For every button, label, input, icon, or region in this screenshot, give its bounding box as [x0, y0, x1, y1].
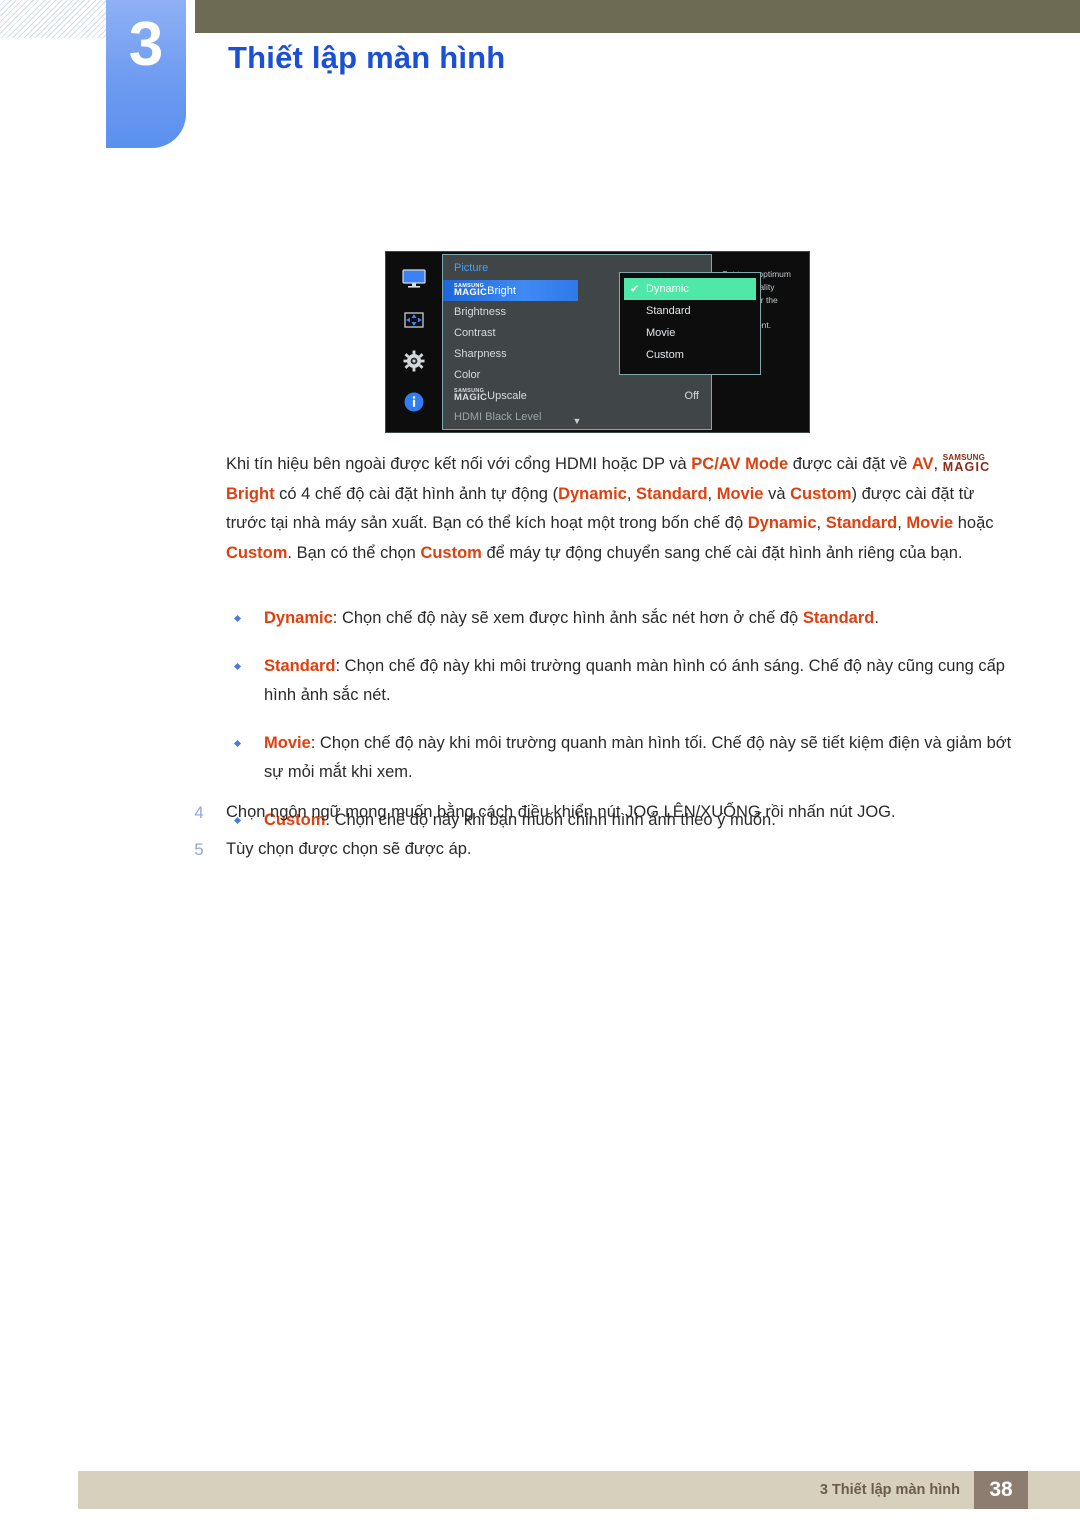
osd-submenu-item-movie[interactable]: Movie: [624, 322, 756, 344]
bullet-term: Dynamic: [264, 609, 333, 627]
osd-submenu-item-custom[interactable]: Custom: [624, 344, 756, 366]
osd-item-value: Off: [684, 389, 699, 402]
bullet-term-secondary: Standard: [802, 609, 875, 627]
osd-item-label: Color: [454, 368, 481, 381]
step-number: 4: [194, 803, 204, 822]
paragraph-text: ,: [626, 484, 637, 503]
header-olive-bar: [195, 0, 1080, 33]
keyword-custom: Custom: [790, 484, 852, 503]
osd-item-label: Contrast: [454, 326, 496, 339]
osd-submenu-label: Movie: [646, 327, 676, 339]
osd-item-label: HDMI Black Level: [454, 410, 542, 423]
step-text: Chọn ngôn ngữ mong muốn bằng cách điều k…: [226, 803, 896, 821]
keyword-movie-2: Movie: [906, 514, 954, 532]
check-icon: ✔: [630, 283, 640, 296]
keyword-av: AV: [911, 455, 934, 473]
keyword-dynamic-2: Dynamic: [747, 514, 817, 532]
bullet-term: Movie: [264, 733, 311, 752]
osd-item-hdmi-black-level[interactable]: HDMI Black Level: [454, 406, 711, 427]
step-text: Tùy chọn được chọn sẽ được áp.: [226, 839, 472, 858]
keyword-standard-2: Standard: [825, 514, 898, 532]
samsung-magic-logo: SAMSUNG MAGIC: [454, 283, 488, 298]
bullet-text: : Chọn chế độ này khi môi trường quanh m…: [264, 733, 1012, 782]
paragraph-text: ,: [816, 514, 826, 532]
osd-item-label: Bright: [487, 284, 516, 297]
bullet-diamond-icon: [233, 662, 242, 670]
paragraph-text: ,: [933, 455, 943, 473]
osd-item-magicbright[interactable]: SAMSUNG MAGIC Bright: [443, 280, 578, 301]
bullet-text-after: .: [874, 609, 879, 627]
page-number: 38: [989, 1478, 1013, 1501]
bullet-term: Standard: [264, 656, 336, 675]
list-item: 5 Tùy chọn được chọn sẽ được áp.: [186, 835, 1016, 865]
keyword-custom-2: Custom: [226, 543, 288, 562]
chapter-number: 3: [128, 10, 164, 79]
keyword-pcav-mode: PC/AV Mode: [691, 455, 789, 473]
osd-submenu-label: Standard: [646, 305, 691, 317]
paragraph-text: ,: [707, 484, 717, 503]
footer-page-box: 38: [974, 1471, 1028, 1509]
osd-submenu-label: Dynamic: [646, 283, 689, 295]
bullet-diamond-icon: [233, 739, 242, 747]
list-item: Movie: Chọn chế độ này khi môi trường qu…: [226, 729, 1016, 788]
osd-item-label: Brightness: [454, 305, 506, 318]
page-title: Thiết lập màn hình: [228, 40, 506, 75]
gear-icon[interactable]: [401, 348, 427, 374]
info-icon[interactable]: [401, 389, 427, 415]
osd-submenu-item-standard[interactable]: Standard: [624, 300, 756, 322]
samsung-magic-logo: SAMSUNG MAGIC: [454, 388, 488, 403]
paragraph-text: có 4 chế độ cài đặt hình ảnh tự động (: [274, 484, 559, 503]
osd-item-magicupscale[interactable]: SAMSUNG MAGIC Upscale Off: [454, 385, 711, 406]
osd-screenshot-figure: Picture SAMSUNG MAGIC Bright Brightness …: [385, 251, 810, 433]
osd-item-label: Sharpness: [454, 347, 507, 360]
paragraph-text: Khi tín hiệu bên ngoài được kết nối với …: [226, 455, 692, 473]
body-paragraph: Khi tín hiệu bên ngoài được kết nối với …: [226, 450, 1014, 568]
footer-bar: 3 Thiết lập màn hình 38: [78, 1471, 1080, 1509]
osd-submenu-item-dynamic[interactable]: ✔ Dynamic: [624, 278, 756, 300]
keyword-dynamic: Dynamic: [558, 484, 627, 503]
list-item: Dynamic: Chọn chế độ này sẽ xem được hìn…: [226, 604, 1016, 634]
bullet-text: : Chọn chế độ này khi môi trường quanh m…: [264, 656, 1005, 705]
osd-icon-sidebar: [386, 252, 442, 432]
list-item: 4 Chọn ngôn ngữ mong muốn bằng cách điều…: [186, 798, 1016, 828]
bullet-text: : Chọn chế độ này sẽ xem được hình ảnh s…: [332, 609, 803, 627]
osd-submenu-magicbright: ✔ Dynamic Standard Movie Custom: [619, 272, 761, 375]
paragraph-text: ,: [897, 514, 907, 532]
header-hatch-decoration: [0, 0, 108, 38]
step-number: 5: [194, 839, 204, 859]
footer-chapter-label: 3 Thiết lập màn hình: [819, 1482, 960, 1498]
keyword-standard: Standard: [636, 484, 708, 503]
chapter-tab: 3: [106, 0, 186, 148]
numbered-steps-list: 4 Chọn ngôn ngữ mong muốn bằng cách điều…: [186, 798, 1016, 871]
keyword-custom-3: Custom: [420, 543, 482, 562]
samsung-magic-logo: SAMSUNG MAGIC: [942, 453, 991, 474]
osd-submenu-label: Custom: [646, 349, 684, 361]
bullet-diamond-icon: [233, 614, 242, 623]
paragraph-text: . Bạn có thể chọn: [287, 543, 421, 562]
position-arrows-icon[interactable]: [401, 307, 427, 333]
paragraph-text: hoặc: [953, 514, 994, 532]
keyword-movie: Movie: [716, 484, 764, 503]
chevron-down-icon[interactable]: ▼: [573, 416, 582, 426]
monitor-icon[interactable]: [401, 266, 427, 292]
paragraph-text: và: [763, 484, 791, 503]
keyword-bright: Bright: [226, 484, 275, 503]
paragraph-text: để máy tự động chuyển sang chế cài đặt h…: [481, 543, 963, 562]
osd-item-label: Upscale: [487, 389, 527, 402]
list-item: Standard: Chọn chế độ này khi môi trường…: [226, 652, 1016, 711]
osd-menu-panel: Picture SAMSUNG MAGIC Bright Brightness …: [442, 254, 761, 430]
paragraph-text: được cài đặt về: [788, 455, 912, 473]
